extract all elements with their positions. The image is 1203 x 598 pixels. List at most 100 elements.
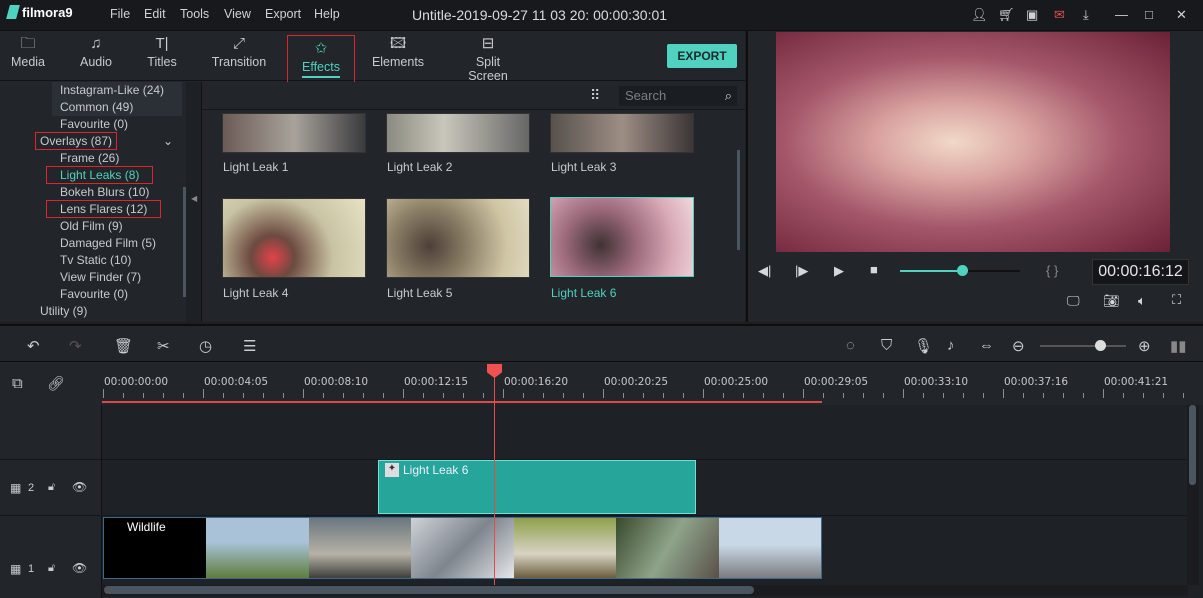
category-damaged-film[interactable]: Damaged Film (5) [60, 236, 156, 250]
play-icon[interactable]: ▶ [834, 263, 844, 279]
link-icon[interactable]: 🔗︎ [47, 375, 65, 392]
ruler-tick [1023, 393, 1024, 398]
tab-label: Effects [302, 60, 340, 78]
category-favourite[interactable]: Favourite (0) [60, 117, 128, 131]
ruler-tick [423, 393, 424, 398]
cart-icon[interactable]: 🛒︎ [998, 7, 1015, 23]
mark-in-out-icon[interactable]: { } [1046, 263, 1058, 278]
category-frame[interactable]: Frame (26) [60, 151, 119, 165]
category-light-leaks[interactable]: Light Leaks (8) [46, 166, 154, 184]
track-1-lock-icon[interactable]: 🔓︎ [48, 562, 55, 575]
zoom-out-icon[interactable]: ⊖ [1012, 337, 1025, 355]
category-overlays[interactable]: Overlays (87) [35, 132, 118, 150]
category-common[interactable]: Common (49) [60, 100, 133, 114]
menu-edit[interactable]: Edit [144, 7, 166, 21]
tab-titles[interactable]: T| Titles [142, 31, 182, 81]
search-input[interactable]: Search ⌕ [619, 86, 737, 106]
mail-icon[interactable]: ✉ [1054, 7, 1065, 23]
effect-clip-light-leak-6[interactable]: ✦ Light Leak 6 [378, 460, 696, 514]
category-view-finder[interactable]: View Finder (7) [60, 270, 141, 284]
effect-thumb-light-leak-4[interactable] [222, 198, 366, 278]
zoom-in-icon[interactable]: ⊕ [1138, 337, 1151, 355]
chevron-down-icon[interactable]: ⌄ [163, 134, 173, 148]
ruler-label: 00:00:25:00 [704, 376, 769, 388]
menu-export[interactable]: Export [265, 7, 301, 21]
marker-icon[interactable]: ⛉ [881, 337, 892, 354]
category-old-film[interactable]: Old Film (9) [60, 219, 123, 233]
tab-elements[interactable]: 🖾 Elements [368, 31, 428, 81]
ruler-label: 00:00:12:15 [404, 376, 469, 388]
category-favourite-2[interactable]: Favourite (0) [60, 287, 128, 301]
collapse-arrow-icon[interactable]: ◀ [191, 194, 197, 203]
tab-audio[interactable]: ♫ Audio [74, 31, 118, 81]
ruler-tick [143, 393, 144, 398]
previous-frame-icon[interactable]: ◀| [758, 263, 771, 279]
category-instagram-like[interactable]: Instagram-Like (24) [60, 83, 164, 97]
ruler-tick [923, 393, 924, 398]
vertical-scroll-thumb[interactable] [1189, 405, 1196, 485]
timecode-display: 00:00:16:12 [1092, 259, 1189, 285]
adjust-icon[interactable]: ☰ [243, 337, 256, 355]
timeline-zoom-slider[interactable] [1040, 345, 1126, 347]
ruler-tick [903, 389, 904, 398]
preview-video [776, 32, 1170, 252]
fullscreen-icon[interactable]: ⛶ [1172, 292, 1181, 308]
track-1-eye-icon[interactable]: 👁︎ [72, 561, 87, 575]
duration-icon[interactable]: ◷ [199, 337, 212, 355]
audio-mixer-icon[interactable]: ♪ [947, 337, 955, 354]
tab-transition[interactable]: ⤢ Transition [206, 31, 272, 81]
ruler-tick [663, 393, 664, 398]
ruler-tick [543, 393, 544, 398]
maximize-icon[interactable]: □ [1145, 7, 1153, 22]
menu-view[interactable]: View [224, 7, 251, 21]
video-clip-wildlife[interactable]: Wildlife [103, 517, 822, 579]
panel-splitter[interactable]: ◀ [186, 82, 202, 322]
track-2-lock-icon[interactable]: 🔓︎ [48, 481, 55, 494]
effect-thumb-light-leak-5[interactable] [386, 198, 530, 278]
search-placeholder: Search [625, 88, 667, 103]
category-lens-flares[interactable]: Lens Flares (12) [46, 200, 162, 218]
display-settings-icon[interactable]: 🖵 [1067, 293, 1080, 309]
grid-view-icon[interactable]: ⠿ [590, 87, 600, 104]
delete-icon[interactable]: 🗑︎ [114, 337, 133, 355]
effect-thumb-light-leak-1[interactable] [222, 113, 366, 153]
volume-icon[interactable]: 🔈︎ [1138, 293, 1146, 309]
ruler-label: 00:00:00:00 [104, 376, 169, 388]
tab-split-screen[interactable]: ⊟ Split Screen [455, 31, 521, 83]
add-track-icon[interactable]: ⧉ [12, 375, 23, 392]
next-frame-icon[interactable]: |▶ [795, 263, 808, 279]
panel-layout-icon[interactable]: ▮▮ [1170, 337, 1187, 355]
user-icon[interactable]: 👤︎ [971, 7, 988, 23]
search-icon[interactable]: ⌕ [725, 88, 732, 104]
ruler-tick [623, 393, 624, 398]
category-utility[interactable]: Utility (9) [40, 304, 87, 318]
clip-frame [308, 518, 412, 578]
download-icon[interactable]: ⤓ [1083, 7, 1089, 23]
menu-file[interactable]: File [110, 7, 130, 21]
grid-scrollbar[interactable] [737, 150, 740, 250]
render-preview-icon[interactable]: ◌ [846, 337, 855, 354]
close-icon[interactable]: ✕ [1176, 7, 1187, 23]
camera-icon[interactable]: 📷︎ [1103, 293, 1120, 309]
menu-help[interactable]: Help [314, 7, 340, 21]
category-bokeh-blurs[interactable]: Bokeh Blurs (10) [60, 185, 149, 199]
microphone-icon[interactable]: 🎙︎ [914, 337, 933, 355]
stop-icon[interactable]: ■ [870, 262, 878, 277]
cut-icon[interactable]: ✂ [157, 337, 170, 355]
horizontal-scroll-thumb[interactable] [104, 586, 754, 594]
effect-thumb-light-leak-3[interactable] [550, 113, 694, 153]
fit-timeline-icon[interactable]: ⇔ [979, 337, 994, 354]
track-2-eye-icon[interactable]: 👁︎ [72, 480, 87, 494]
effect-thumb-light-leak-6[interactable] [550, 197, 694, 277]
redo-icon[interactable]: ↷ [69, 337, 82, 355]
export-button[interactable]: EXPORT [667, 44, 737, 68]
undo-icon[interactable]: ↶ [27, 337, 40, 355]
menu-tools[interactable]: Tools [180, 7, 209, 21]
minimize-icon[interactable]: — [1115, 7, 1128, 22]
video-clip-label: Wildlife [127, 520, 166, 534]
tab-media[interactable]: 🗀 Media [6, 31, 50, 81]
save-icon[interactable]: ▣ [1026, 7, 1038, 23]
effect-thumb-light-leak-2[interactable] [386, 113, 530, 153]
playhead-line[interactable] [494, 366, 495, 586]
category-tv-static[interactable]: Tv Static (10) [60, 253, 131, 267]
